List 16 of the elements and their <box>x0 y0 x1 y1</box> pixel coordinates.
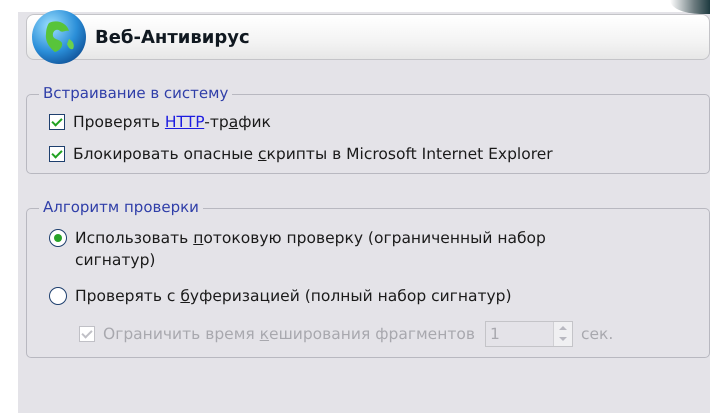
checkbox[interactable] <box>49 114 65 130</box>
option-label: Блокировать опасные скрипты в Microsoft Internet Explorer <box>73 145 553 163</box>
option-label: Проверять HTTP-трафик <box>73 113 271 131</box>
option-label: Проверять с буферизацией (полный набор сигнатур) <box>75 286 512 307</box>
http-link[interactable]: HTTP <box>164 113 204 131</box>
globe-icon <box>31 9 87 65</box>
corner-decoration <box>670 0 710 14</box>
option-label: Использовать потоковую проверку (ограниченный набор сигнатур) <box>75 228 547 271</box>
checkbox[interactable] <box>49 146 65 162</box>
option-label: Ограничить время кеширования фрагментов <box>103 325 475 343</box>
section-title: Веб-Антивирус <box>95 26 250 48</box>
group-title: Алгоритм проверки <box>39 198 203 216</box>
radio-button[interactable] <box>49 229 67 247</box>
radio-button[interactable] <box>49 287 67 305</box>
unit-label: сек. <box>581 325 614 343</box>
group-title: Встраивание в систему <box>39 84 232 102</box>
